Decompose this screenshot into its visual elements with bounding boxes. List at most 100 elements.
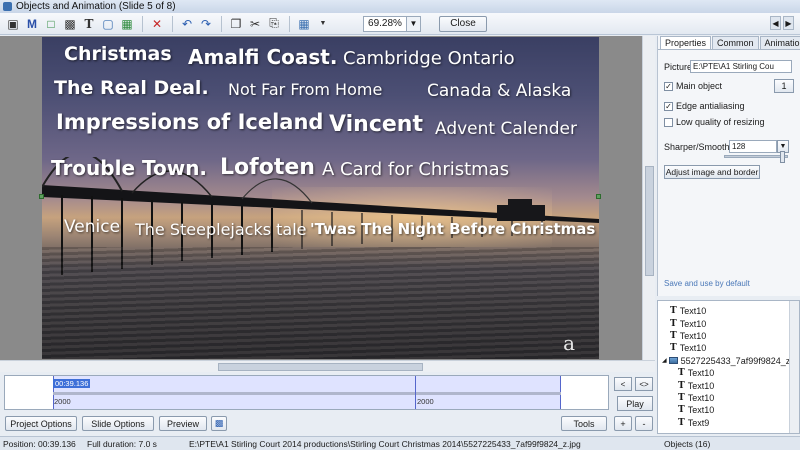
- properties-tabs: Properties Common Animation: [658, 36, 800, 50]
- window-titlebar: Objects and Animation (Slide 5 of 8): [0, 0, 800, 13]
- timeline-expand-icon[interactable]: <>: [635, 377, 653, 391]
- camera-icon[interactable]: ▣: [4, 15, 22, 33]
- slide-text-real-deal[interactable]: The Real Deal.: [54, 77, 209, 99]
- slide-text-vincent[interactable]: Vincent: [329, 112, 423, 137]
- sharper-slider[interactable]: [664, 151, 788, 163]
- remove-keyframe-button[interactable]: -: [635, 416, 653, 431]
- tab-properties[interactable]: Properties: [660, 36, 712, 49]
- slide-options-button[interactable]: Slide Options: [82, 416, 154, 431]
- sharper-value-field[interactable]: 128: [729, 140, 777, 153]
- picture-path-field[interactable]: E:\PTE\A1 Stirling Cou: [690, 60, 792, 73]
- object-tree-text-item[interactable]: T Text10: [658, 342, 799, 354]
- watermark-logo: a: [563, 331, 575, 355]
- low-quality-checkbox[interactable]: [664, 117, 673, 127]
- main-object-number-button[interactable]: 1: [774, 79, 794, 93]
- timeline-prev-icon[interactable]: <: [614, 377, 632, 391]
- resize-handle-left[interactable]: [39, 194, 44, 199]
- object-tree-scrollbar[interactable]: [789, 301, 799, 433]
- object-tree-text-item[interactable]: T Text10: [658, 367, 799, 379]
- edge-antialiasing-label: Edge antialiasing: [676, 101, 745, 111]
- slide-text-amalfi[interactable]: Amalfi Coast.: [188, 45, 337, 69]
- delete-icon[interactable]: ✕: [148, 15, 166, 33]
- tools-button[interactable]: Tools: [561, 416, 607, 431]
- adjust-image-border-button[interactable]: Adjust image and border: [664, 165, 760, 179]
- play-button[interactable]: Play: [617, 396, 653, 411]
- slide-text-lofoten[interactable]: Lofoten: [220, 155, 315, 180]
- slide-text-cambridge[interactable]: Cambridge Ontario: [343, 48, 515, 69]
- undo-icon[interactable]: ↶: [178, 15, 196, 33]
- timeline-mid-label: 2000: [417, 397, 434, 406]
- rectangle-icon[interactable]: ▢: [99, 15, 117, 33]
- slide-text-iceland[interactable]: Impressions of Iceland: [56, 110, 323, 134]
- preview-window-icon[interactable]: ▩: [211, 416, 227, 431]
- object-tree[interactable]: T Text10 T Text10 T Text10 T Text10 ◢ 5527225433_…: [657, 300, 800, 434]
- canvas-area[interactable]: Christmas Amalfi Coast. Cambridge Ontari…: [0, 36, 655, 362]
- zoom-dropdown-icon[interactable]: ▼: [407, 15, 421, 32]
- timeline[interactable]: 00:39.136 2000 2000: [4, 375, 609, 410]
- save-default-link[interactable]: Save and use by default: [664, 279, 750, 288]
- frame-icon[interactable]: □: [42, 15, 60, 33]
- picture-row: Picture E:\PTE\A1 Stirling Cou: [664, 60, 792, 73]
- tab-common[interactable]: Common: [712, 36, 759, 49]
- grid-icon[interactable]: ▦: [295, 15, 313, 33]
- status-position: Position: 00:39.136: [3, 438, 76, 449]
- collapse-icon[interactable]: ◢: [662, 357, 667, 364]
- text-object-icon: T: [678, 417, 685, 428]
- tab-animation[interactable]: Animation: [759, 36, 800, 49]
- edge-antialiasing-checkbox[interactable]: ✓: [664, 101, 673, 111]
- object-tree-text-item[interactable]: T Text10: [658, 392, 799, 404]
- button-object-icon[interactable]: ▩: [61, 15, 79, 33]
- copy-icon[interactable]: ❐: [227, 15, 245, 33]
- grid-dropdown-icon[interactable]: ▼: [314, 15, 332, 33]
- mask-icon[interactable]: M: [23, 15, 41, 33]
- low-quality-row: Low quality of resizing: [664, 117, 765, 127]
- low-quality-label: Low quality of resizing: [676, 117, 765, 127]
- cut-icon[interactable]: ✂: [246, 15, 264, 33]
- object-tree-label: Text10: [687, 405, 715, 416]
- slide-text-canada[interactable]: Canada & Alaska: [427, 81, 571, 101]
- slide-text-steeplejacks[interactable]: The Steeplejacks tale: [135, 220, 307, 239]
- slide-text-christmas[interactable]: Christmas: [64, 43, 172, 65]
- paste-icon[interactable]: ⎘: [265, 15, 283, 33]
- object-tree-text-item[interactable]: T Text10: [658, 305, 799, 317]
- slide-text-venice[interactable]: Venice: [64, 217, 120, 237]
- status-file-path: E:\PTE\A1 Stirling Court 2014 production…: [189, 438, 581, 449]
- object-tree-text-item[interactable]: T Text10: [658, 404, 799, 416]
- project-options-button[interactable]: Project Options: [5, 416, 77, 431]
- object-tree-text-item[interactable]: T Text9: [658, 417, 799, 429]
- add-keyframe-button[interactable]: +: [614, 416, 632, 431]
- close-button[interactable]: Close: [439, 15, 487, 32]
- next-slide-icon[interactable]: ▶: [783, 16, 794, 30]
- redo-icon[interactable]: ↷: [197, 15, 215, 33]
- status-bar: Position: 00:39.136 Full duration: 7.0 s…: [0, 436, 800, 450]
- image-object-icon: [668, 357, 678, 365]
- text-object-icon: T: [670, 330, 677, 341]
- canvas-vscrollbar[interactable]: [642, 36, 655, 362]
- slide-text-trouble[interactable]: Trouble Town.: [51, 156, 207, 180]
- text-object-icon: T: [670, 343, 677, 354]
- prev-slide-icon[interactable]: ◀: [770, 16, 781, 30]
- text-object-icon: T: [678, 405, 685, 416]
- object-tree-label: Text10: [687, 368, 715, 379]
- timeline-keyframe-marker[interactable]: [415, 376, 416, 409]
- text-icon[interactable]: T: [80, 15, 98, 33]
- canvas-hscrollbar[interactable]: [0, 360, 655, 372]
- slide-nav: ◀ ▶: [770, 16, 794, 30]
- object-tree-text-item[interactable]: T Text10: [658, 379, 799, 391]
- object-tree-image-item[interactable]: ◢ 5527225433_7af99f9824_z: [658, 355, 799, 367]
- object-tree-text-item[interactable]: T Text10: [658, 330, 799, 342]
- preview-button[interactable]: Preview: [159, 416, 207, 431]
- timeline-position-label: 00:39.136: [53, 379, 91, 388]
- object-tree-label: Text10: [679, 330, 707, 341]
- zoom-field[interactable]: 69.28%: [363, 15, 407, 32]
- main-object-checkbox[interactable]: ✓: [664, 81, 673, 91]
- resize-handle-right[interactable]: [596, 194, 601, 199]
- slide-text-advent[interactable]: Advent Calender: [435, 119, 577, 139]
- save-default-row: Save and use by default: [664, 279, 750, 288]
- slide-canvas[interactable]: Christmas Amalfi Coast. Cambridge Ontari…: [42, 37, 599, 359]
- slide-text-card[interactable]: A Card for Christmas: [322, 159, 509, 180]
- object-tree-text-item[interactable]: T Text10: [658, 317, 799, 329]
- slide-text-not-far[interactable]: Not Far From Home: [228, 80, 382, 99]
- slide-text-twas[interactable]: 'Twas The Night Before Christmas: [310, 220, 595, 238]
- image-icon[interactable]: ▦: [118, 15, 136, 33]
